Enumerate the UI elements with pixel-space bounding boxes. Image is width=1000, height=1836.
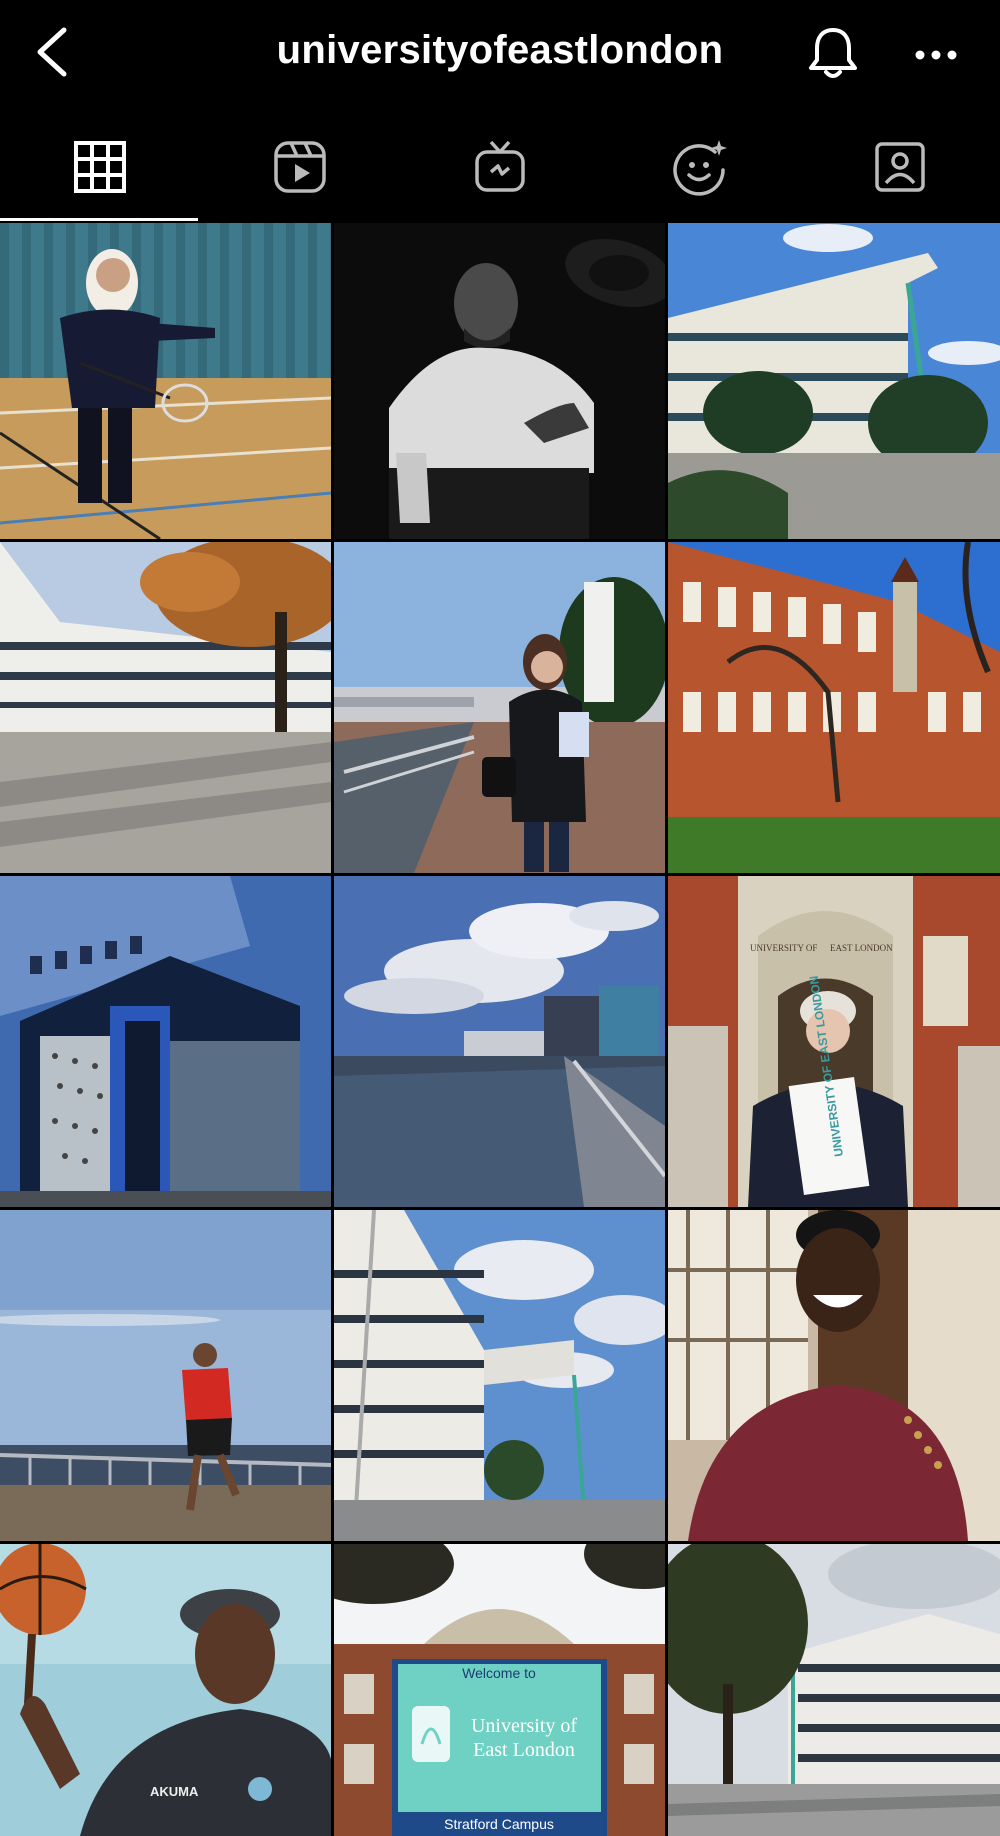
- post-welcome-sign[interactable]: Welcome to University of East London Str…: [334, 1544, 665, 1836]
- post-white-building-sky[interactable]: [334, 1210, 665, 1541]
- smiling-man-photo: [668, 1210, 1000, 1541]
- basketball-photo: AKUMA: [0, 1544, 331, 1836]
- welcome-line-3: East London: [473, 1739, 575, 1761]
- bell-icon: [809, 28, 857, 78]
- white-building-photo: [334, 1210, 665, 1541]
- badminton-photo: [0, 223, 331, 539]
- building-photo: [668, 223, 1000, 539]
- top-bar: universityofeastlondon: [0, 0, 1000, 112]
- portrait-photo: [334, 223, 665, 539]
- post-graduate-certificate[interactable]: UNIVERSITY OF EAST LONDON UNIVERSITY OF …: [668, 876, 1000, 1207]
- igtv-icon: [475, 140, 525, 192]
- dock-clouds-photo: [334, 876, 665, 1207]
- blue-architecture-photo: [0, 876, 331, 1207]
- post-riverside-woman[interactable]: [334, 542, 665, 873]
- post-campus-tree[interactable]: [668, 1544, 1000, 1836]
- post-basketball[interactable]: AKUMA: [0, 1544, 331, 1836]
- post-blue-architecture[interactable]: [0, 876, 331, 1207]
- post-campus-building[interactable]: [668, 223, 1000, 539]
- igtv-tab[interactable]: [400, 112, 600, 222]
- post-grid: UNIVERSITY OF EAST LONDON UNIVERSITY OF …: [0, 223, 1000, 1836]
- profile-tabs: [0, 112, 1000, 222]
- post-autumn-building[interactable]: [0, 542, 331, 873]
- reels-tab[interactable]: [200, 112, 400, 222]
- notifications-button[interactable]: [804, 24, 862, 82]
- shirt-brand-text: AKUMA: [150, 1784, 199, 1799]
- tagged-person-icon: [875, 142, 925, 192]
- arch-right-text: EAST LONDON: [830, 943, 893, 953]
- post-runner[interactable]: [0, 1210, 331, 1541]
- graduate-photo: UNIVERSITY OF EAST LONDON UNIVERSITY OF …: [668, 876, 1000, 1207]
- riverside-woman-photo: [334, 542, 665, 873]
- tagged-tab[interactable]: [800, 112, 1000, 222]
- reels-icon: [274, 141, 326, 193]
- campus-tree-photo: [668, 1544, 1000, 1836]
- more-options-button[interactable]: [904, 30, 968, 80]
- welcome-line-4: Stratford Campus: [444, 1816, 554, 1832]
- post-badminton[interactable]: [0, 223, 331, 539]
- runner-photo: [0, 1210, 331, 1541]
- post-smiling-man[interactable]: [668, 1210, 1000, 1541]
- redbrick-photo: [668, 542, 1000, 873]
- welcome-line-1: Welcome to: [462, 1665, 536, 1681]
- more-dots-icon: [915, 50, 957, 60]
- welcome-line-2: University of: [471, 1715, 577, 1737]
- grid-icon: [74, 141, 126, 193]
- effects-tab[interactable]: [600, 112, 800, 222]
- effects-icon: [673, 140, 727, 196]
- post-dock-clouds[interactable]: [334, 876, 665, 1207]
- post-redbrick-building[interactable]: [668, 542, 1000, 873]
- welcome-sign-photo: Welcome to University of East London Str…: [334, 1544, 665, 1836]
- arch-left-text: UNIVERSITY OF: [750, 943, 817, 953]
- active-tab-indicator: [0, 218, 198, 221]
- autumn-building-photo: [0, 542, 331, 873]
- post-portrait-bw[interactable]: [334, 223, 665, 539]
- grid-tab[interactable]: [0, 112, 200, 222]
